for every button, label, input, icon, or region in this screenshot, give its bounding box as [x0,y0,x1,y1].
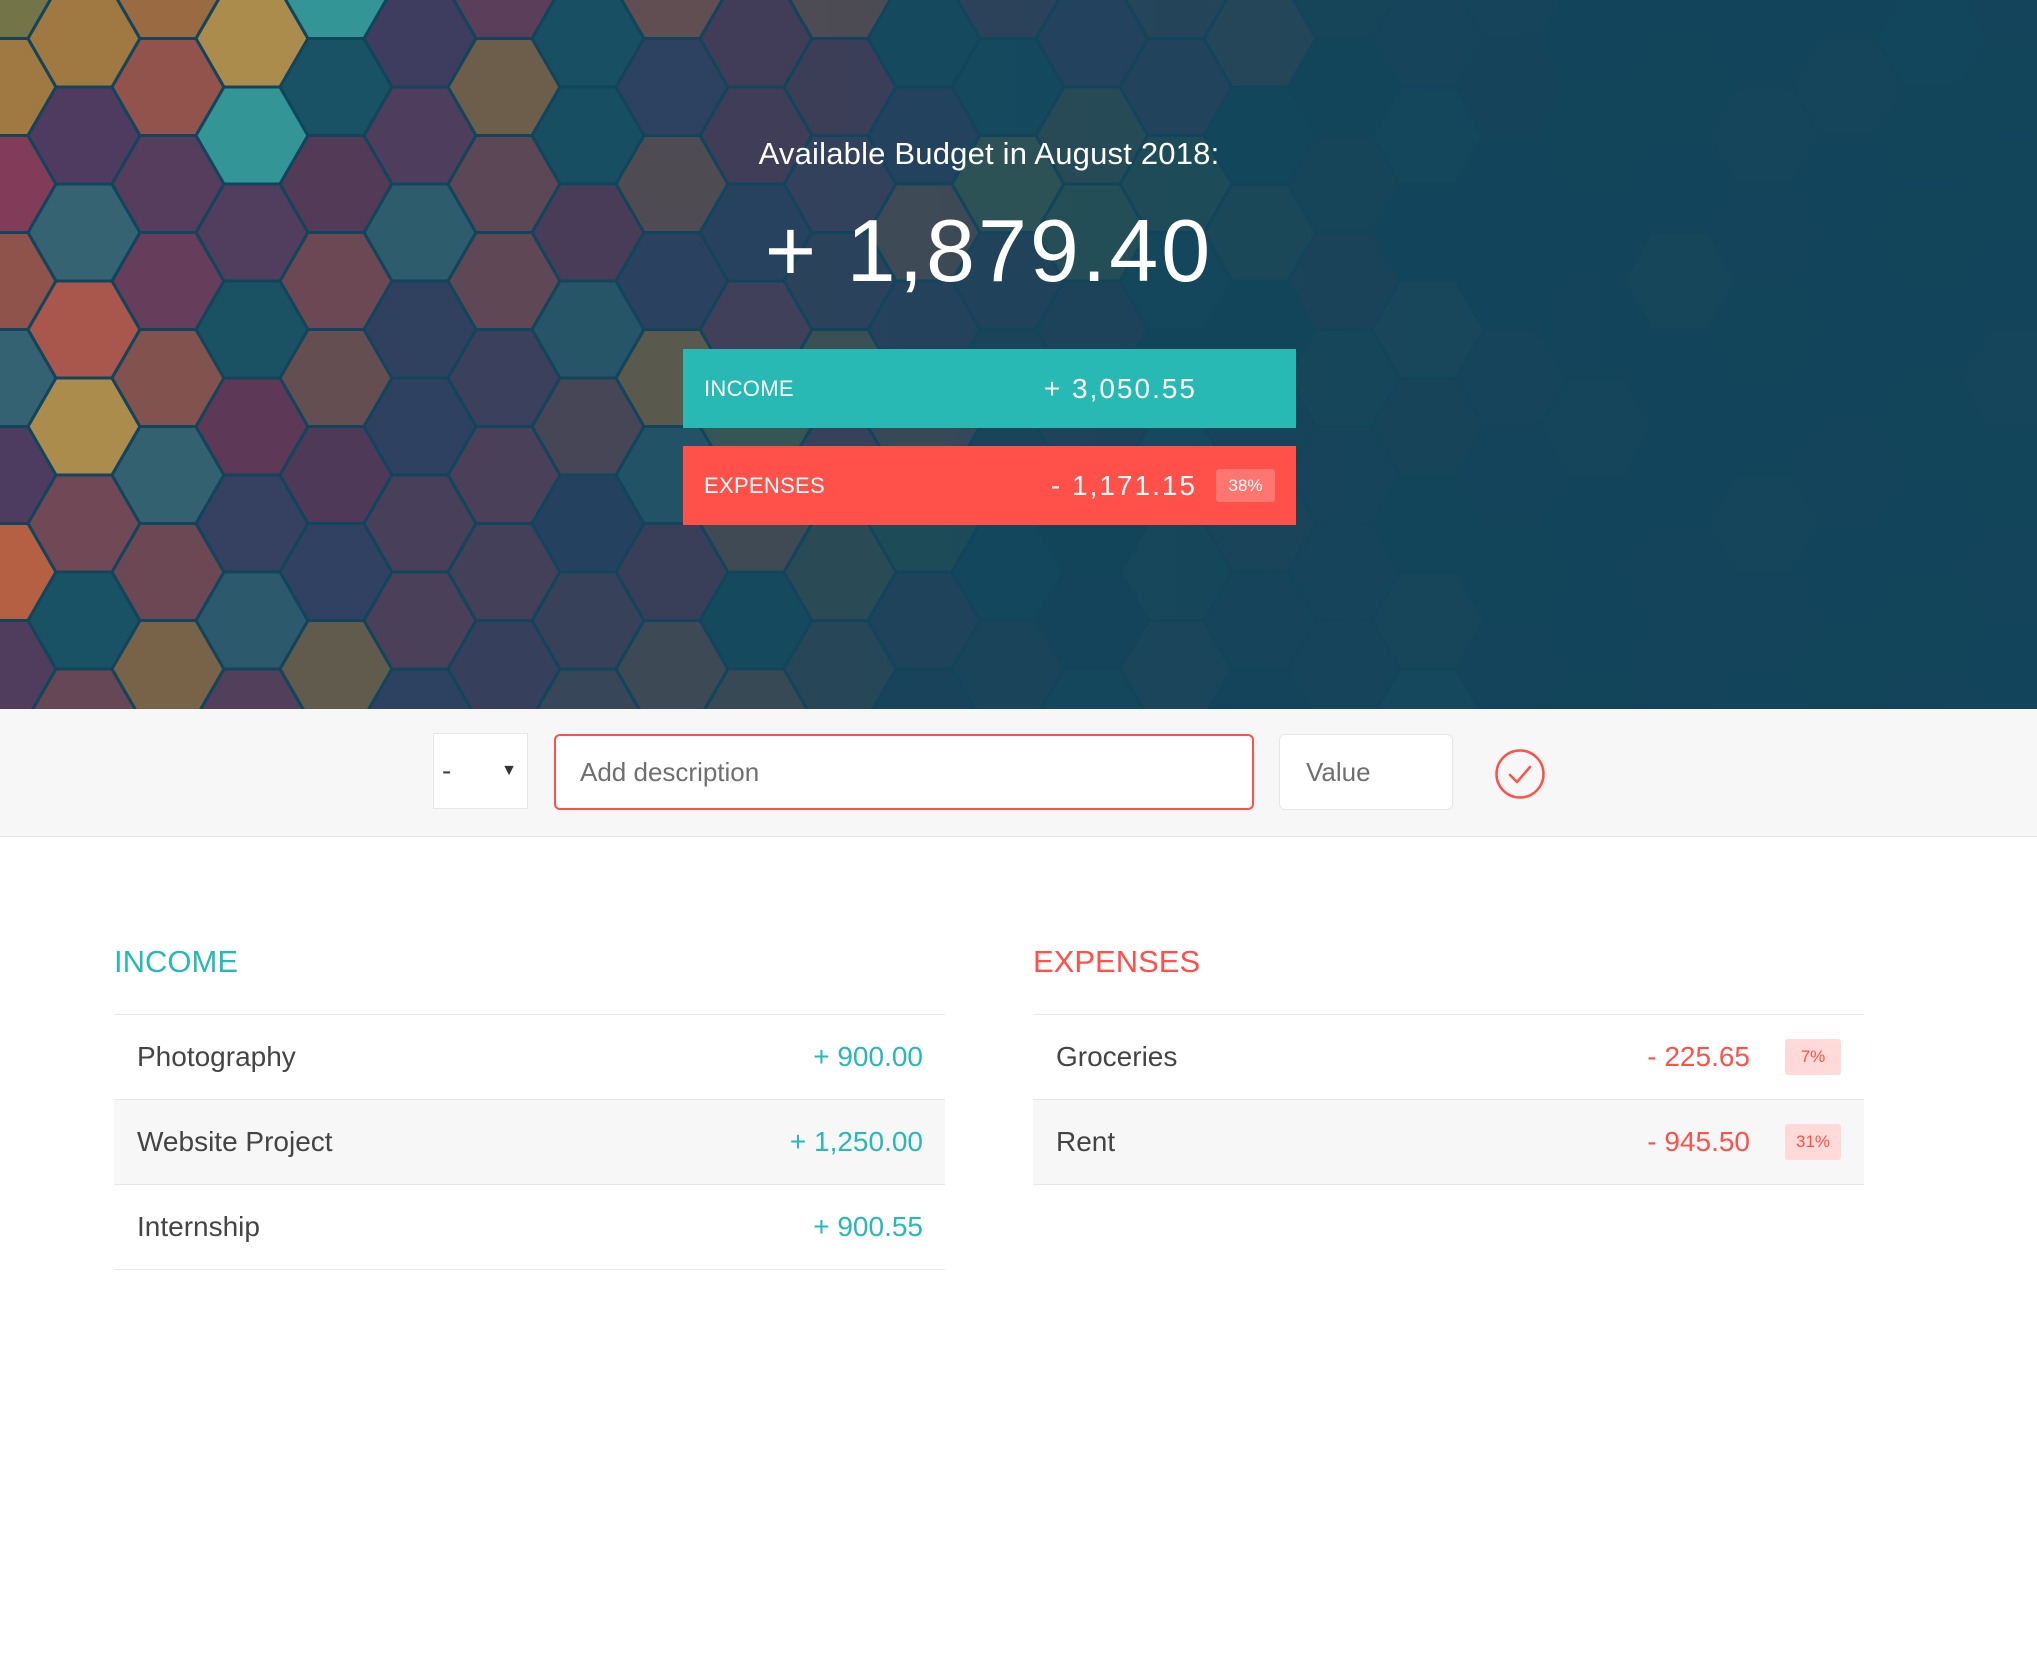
item-description: Rent [1056,1126,1116,1157]
item-description: Website Project [137,1126,333,1157]
budget-title: Available Budget in August 2018: [758,136,1220,171]
value-input[interactable] [1279,734,1453,810]
expenses-list-title: Expenses [1033,944,1864,1015]
item-percentage-badge: 31% [1785,1124,1841,1160]
income-item[interactable]: Internship + 900.55 [114,1185,945,1270]
item-description: Photography [137,1041,296,1072]
item-value: + 900.00 [813,1041,923,1072]
income-list: Income Photography + 900.00 Website Proj… [114,944,945,1270]
income-summary-label: Income [704,376,794,401]
expenses-summary: Expenses - 1,171.15 38% [683,446,1296,525]
type-select-value: - [442,755,452,786]
item-value: - 945.50 [1647,1126,1750,1157]
item-percentage-badge: 7% [1785,1039,1841,1075]
add-button[interactable] [1494,748,1546,800]
type-select[interactable]: - ▼ [433,733,528,809]
add-entry-bar: - ▼ [0,709,2037,837]
expense-item[interactable]: Rent - 945.50 31% [1033,1100,1864,1185]
income-summary: Income + 3,050.55 [683,349,1296,428]
checkmark-circle-icon [1495,749,1545,799]
caret-down-icon: ▼ [501,762,517,779]
item-description: Internship [137,1211,260,1242]
expenses-summary-value: - 1,171.15 [1050,470,1197,501]
item-value: + 1,250.00 [789,1126,923,1157]
item-value: + 900.55 [813,1211,923,1242]
income-item[interactable]: Website Project + 1,250.00 [114,1100,945,1185]
expenses-list: Expenses Groceries - 225.65 7% Rent - 94… [1033,944,1864,1185]
item-description: Groceries [1056,1041,1178,1072]
item-value: - 225.65 [1647,1041,1750,1072]
available-budget-value: + 1,879.40 [764,201,1214,300]
income-item[interactable]: Photography + 900.00 [114,1015,945,1100]
income-summary-value: + 3,050.55 [1043,373,1197,404]
budget-header: Available Budget in August 2018: + 1,879… [0,0,2037,709]
expense-item[interactable]: Groceries - 225.65 7% [1033,1015,1864,1100]
description-input[interactable] [554,734,1254,810]
expenses-summary-label: Expenses [704,473,826,498]
expenses-percentage-badge: 38% [1216,469,1275,502]
income-list-title: Income [114,944,945,1015]
